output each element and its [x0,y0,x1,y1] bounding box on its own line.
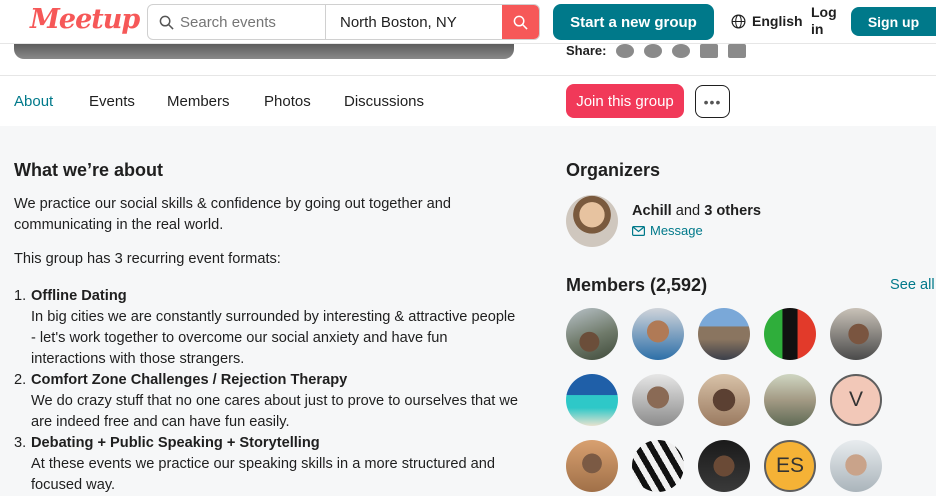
member-avatar[interactable] [698,308,750,360]
location-input[interactable] [325,5,503,39]
format-description: We do crazy stuff that no one cares abou… [31,393,519,430]
tab-about[interactable]: About [14,93,53,110]
tab-photos[interactable]: Photos [264,93,311,110]
more-icon: ••• [703,93,722,110]
formats-intro: This group has 3 recurring event formats… [14,251,281,267]
linkedin-icon[interactable] [700,43,719,58]
language-selector[interactable]: English [731,13,803,29]
organizer-name[interactable]: Achill [632,203,672,219]
globe-icon [731,14,746,28]
email-icon[interactable] [728,43,747,58]
other-organizers[interactable]: 3 others [704,203,761,219]
member-avatar[interactable] [566,308,618,360]
member-avatar[interactable] [764,308,816,360]
tab-members[interactable]: Members [167,93,230,110]
search-button[interactable] [502,5,539,39]
share-row: Share: [566,43,747,58]
share-label: Share: [566,43,607,58]
search-bar [147,4,540,40]
top-nav: Meetup Start a new group English Log in … [0,0,936,44]
share-link-icon[interactable] [616,43,635,58]
member-avatar[interactable] [830,440,882,492]
member-avatar[interactable] [830,308,882,360]
members-heading: Members (2,592) [566,275,708,295]
member-avatar[interactable] [632,440,684,492]
group-tabs: About Events Members Photos Discussions … [0,76,936,126]
about-heading: What we’re about [14,160,164,180]
more-options-button[interactable]: ••• [695,85,730,118]
event-formats-list: 1. Offline Dating In big cities we are c… [14,286,524,496]
envelope-icon [632,225,645,236]
see-all-members-link[interactable]: See all [890,277,935,293]
member-avatar[interactable] [566,374,618,426]
list-item: 2. Comfort Zone Challenges / Rejection T… [14,370,524,433]
member-avatar[interactable] [632,374,684,426]
tab-events[interactable]: Events [89,93,135,110]
join-group-button[interactable]: Join this group [566,84,684,118]
format-title: Debating + Public Speaking + Storytellin… [31,435,320,451]
login-link[interactable]: Log in [811,4,841,38]
member-avatar-initials[interactable]: ES [764,440,816,492]
organizer-names: Achill and 3 others [632,203,761,219]
group-header-strip: Share: [0,43,936,76]
member-avatar[interactable] [632,308,684,360]
tab-discussions[interactable]: Discussions [344,93,424,110]
facebook-icon[interactable] [644,43,663,58]
signup-button[interactable]: Sign up [851,7,936,36]
about-intro: We practice our social skills & confiden… [14,196,451,233]
member-avatar[interactable] [698,374,750,426]
format-title: Offline Dating [31,288,127,304]
search-icon [513,15,528,30]
list-item: 3. Debating + Public Speaking + Storytel… [14,433,524,496]
format-description: In big cities we are constantly surround… [31,309,516,367]
start-new-group-button[interactable]: Start a new group [553,4,714,40]
language-label: English [752,13,803,29]
member-avatar-initials[interactable]: V [830,374,882,426]
list-item: 1. Offline Dating In big cities we are c… [14,286,524,370]
member-avatar[interactable] [764,374,816,426]
organizer-avatar[interactable] [566,195,618,247]
group-cover-image [14,44,514,59]
meetup-logo[interactable]: Meetup [30,4,140,35]
twitter-icon[interactable] [672,43,691,58]
search-icon [159,15,174,30]
format-title: Comfort Zone Challenges / Rejection Ther… [31,372,348,388]
message-organizer-link[interactable]: Message [632,223,703,238]
organizers-heading: Organizers [566,160,661,180]
member-avatar[interactable] [698,440,750,492]
search-input[interactable] [180,5,324,39]
format-description: At these events we practice our speaking… [31,456,495,493]
member-avatar[interactable] [566,440,618,492]
